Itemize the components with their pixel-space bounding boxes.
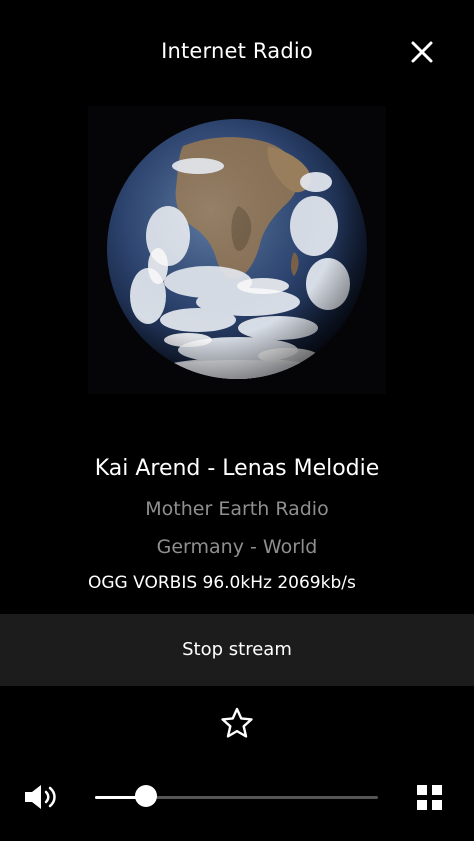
speaker-volume-icon[interactable] xyxy=(22,782,62,812)
station-location: Germany - World xyxy=(156,536,318,558)
station-artwork xyxy=(88,106,386,394)
stop-stream-button[interactable]: Stop stream xyxy=(0,614,474,686)
station-name: Mother Earth Radio xyxy=(145,498,329,520)
grid-cell xyxy=(432,800,442,810)
page-title: Internet Radio xyxy=(161,39,313,63)
stream-format-info: OGG VORBIS 96.0kHz 2069kb/s xyxy=(88,573,356,593)
star-outline-icon[interactable] xyxy=(220,706,254,740)
grid-cell xyxy=(417,785,427,795)
grid-view-icon[interactable] xyxy=(417,785,443,811)
grid-cell xyxy=(417,800,427,810)
track-title: Kai Arend - Lenas Melodie xyxy=(94,456,380,481)
grid-cell xyxy=(432,785,442,795)
close-icon[interactable] xyxy=(408,38,436,66)
volume-slider-thumb[interactable] xyxy=(134,785,157,807)
earth-globe-artwork xyxy=(107,119,367,379)
